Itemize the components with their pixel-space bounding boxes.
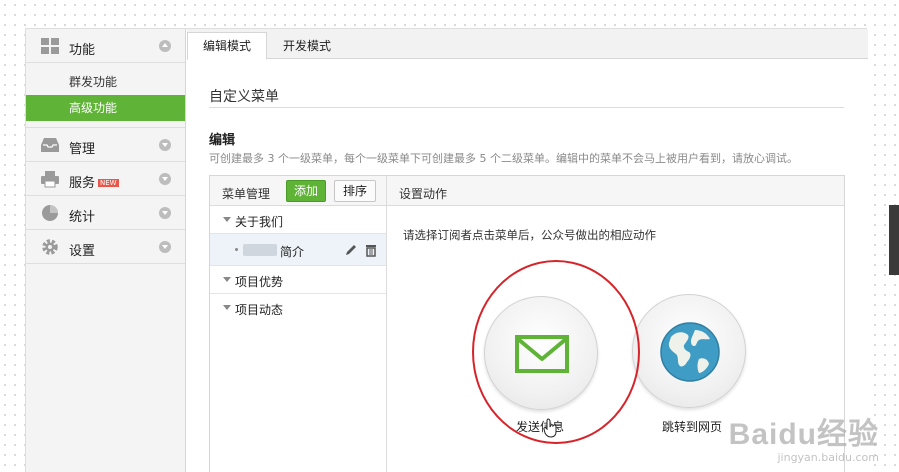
sidebar-item-advanced[interactable]: 高级功能: [26, 95, 185, 121]
highlight-ring: [472, 260, 640, 444]
blurred-text: [243, 244, 277, 256]
grid-icon: [41, 38, 59, 54]
sidebar-subnav: 群发功能 高级功能: [26, 63, 185, 128]
sidebar-group-label: 管理: [69, 142, 96, 157]
sidebar-item-mass-send[interactable]: 群发功能: [26, 69, 185, 95]
pie-chart-icon: [42, 205, 58, 221]
sidebar-group-label: 功能: [69, 43, 96, 58]
main-content: 编辑模式 开发模式 自定义菜单 编辑 可创建最多 3 个一级菜单，每个一级菜单下…: [187, 29, 868, 472]
menu-management-label: 菜单管理: [222, 187, 271, 201]
app-frame: 功能 群发功能 高级功能 管理 服务 NEW 统计 设置 编辑模式 开发模式 自…: [25, 28, 868, 472]
submenu-item[interactable]: 简介: [210, 234, 386, 266]
menu-item-label: 关于我们: [235, 215, 284, 229]
chevron-down-icon[interactable]: [159, 241, 171, 253]
chevron-down-icon[interactable]: [159, 207, 171, 219]
sidebar-group-stats[interactable]: 统计: [26, 196, 185, 230]
scrollbar-thumb[interactable]: [889, 205, 899, 275]
submenu-item-label: 简介: [280, 245, 305, 259]
menu-management-column: 菜单管理 添加 排序 关于我们 简介 项目优势 项目动态: [210, 176, 387, 472]
bullet-icon: [235, 248, 238, 251]
add-menu-button[interactable]: 添加: [286, 180, 326, 202]
gear-icon: [42, 239, 58, 255]
globe-icon: [660, 322, 720, 382]
sidebar-group-service[interactable]: 服务 NEW: [26, 162, 185, 196]
tab-edit-mode[interactable]: 编辑模式: [187, 32, 267, 60]
action-hint: 请选择订阅者点击菜单后，公众号做出的相应动作: [403, 228, 656, 242]
chevron-down-icon[interactable]: [159, 173, 171, 185]
menu-item[interactable]: 关于我们: [210, 206, 386, 234]
sort-menu-button[interactable]: 排序: [334, 180, 376, 202]
sidebar-group-features[interactable]: 功能: [26, 29, 185, 63]
tab-developer-mode[interactable]: 开发模式: [267, 32, 347, 60]
caret-down-icon[interactable]: [223, 277, 231, 282]
page-title: 自定义菜单: [209, 89, 279, 105]
caret-down-icon[interactable]: [223, 217, 231, 222]
menu-item-label: 项目优势: [235, 275, 284, 289]
sidebar-group-settings[interactable]: 设置: [26, 230, 185, 264]
divider: [209, 107, 844, 108]
mode-tabs: 编辑模式 开发模式: [187, 29, 868, 60]
sidebar-group-label: 服务 NEW: [69, 176, 119, 191]
watermark-logo: Baidu经验: [728, 418, 879, 451]
sidebar-group-label: 设置: [69, 244, 96, 259]
baidu-jingyan-watermark: Baidu经验 jingyan.baidu.com: [729, 409, 879, 464]
sidebar: 功能 群发功能 高级功能 管理 服务 NEW 统计 设置: [26, 29, 186, 472]
jump-to-webpage-label: 跳转到网页: [662, 420, 723, 434]
sidebar-group-label: 统计: [69, 210, 96, 225]
sidebar-group-manage[interactable]: 管理: [26, 128, 185, 162]
new-badge: NEW: [98, 179, 119, 187]
menu-item-label: 项目动态: [235, 303, 284, 317]
chevron-up-icon[interactable]: [159, 40, 171, 52]
chevron-down-icon[interactable]: [159, 139, 171, 151]
edit-pencil-icon[interactable]: [344, 243, 358, 257]
menu-item[interactable]: 项目优势: [210, 266, 386, 294]
edit-heading: 编辑: [209, 133, 236, 148]
jump-to-webpage-button[interactable]: [632, 294, 746, 408]
action-settings-label: 设置动作: [399, 187, 448, 201]
edit-hint: 可创建最多 3 个一级菜单，每个一级菜单下可创建最多 5 个二级菜单。编辑中的菜…: [209, 152, 798, 165]
inbox-icon: [41, 138, 59, 152]
trash-icon[interactable]: [364, 243, 378, 257]
caret-down-icon[interactable]: [223, 305, 231, 310]
menu-item[interactable]: 项目动态: [210, 294, 386, 322]
printer-icon: [41, 171, 59, 188]
